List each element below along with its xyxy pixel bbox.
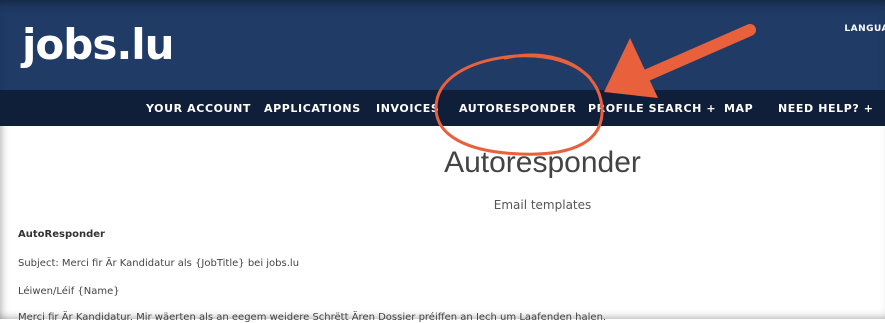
nav-item-invoices[interactable]: INVOICES <box>376 102 439 115</box>
section-heading: AutoResponder <box>18 229 105 240</box>
site-logo[interactable]: jobs.lu <box>22 20 175 69</box>
nav-item-map[interactable]: MAP <box>724 102 753 115</box>
nav-item-need-help[interactable]: NEED HELP? + <box>778 102 874 115</box>
nav-item-your-account[interactable]: YOUR ACCOUNT <box>146 102 251 115</box>
email-body-line: Merci fir Är Kandidatur. Mir wäerten als… <box>18 312 607 323</box>
email-subject-line: Subject: Merci fir Är Kandidatur als {Jo… <box>18 258 300 269</box>
email-greeting-line: Léiwen/Léif {Name} <box>18 286 120 297</box>
nav-item-autoresponder[interactable]: AUTORESPONDER <box>459 102 576 115</box>
page-frame: jobs.lu LANGUA YOUR ACCOUNT APPLICATIONS… <box>0 0 885 323</box>
main-nav: YOUR ACCOUNT APPLICATIONS INVOICES AUTOR… <box>0 90 885 126</box>
page-title: Autoresponder <box>444 146 641 179</box>
site-header: jobs.lu LANGUA <box>0 0 885 90</box>
page-subtitle: Email templates <box>493 198 592 212</box>
language-selector[interactable]: LANGUA <box>844 24 885 34</box>
nav-item-profile-search[interactable]: PROFILE SEARCH + <box>588 102 716 115</box>
nav-item-applications[interactable]: APPLICATIONS <box>264 102 361 115</box>
